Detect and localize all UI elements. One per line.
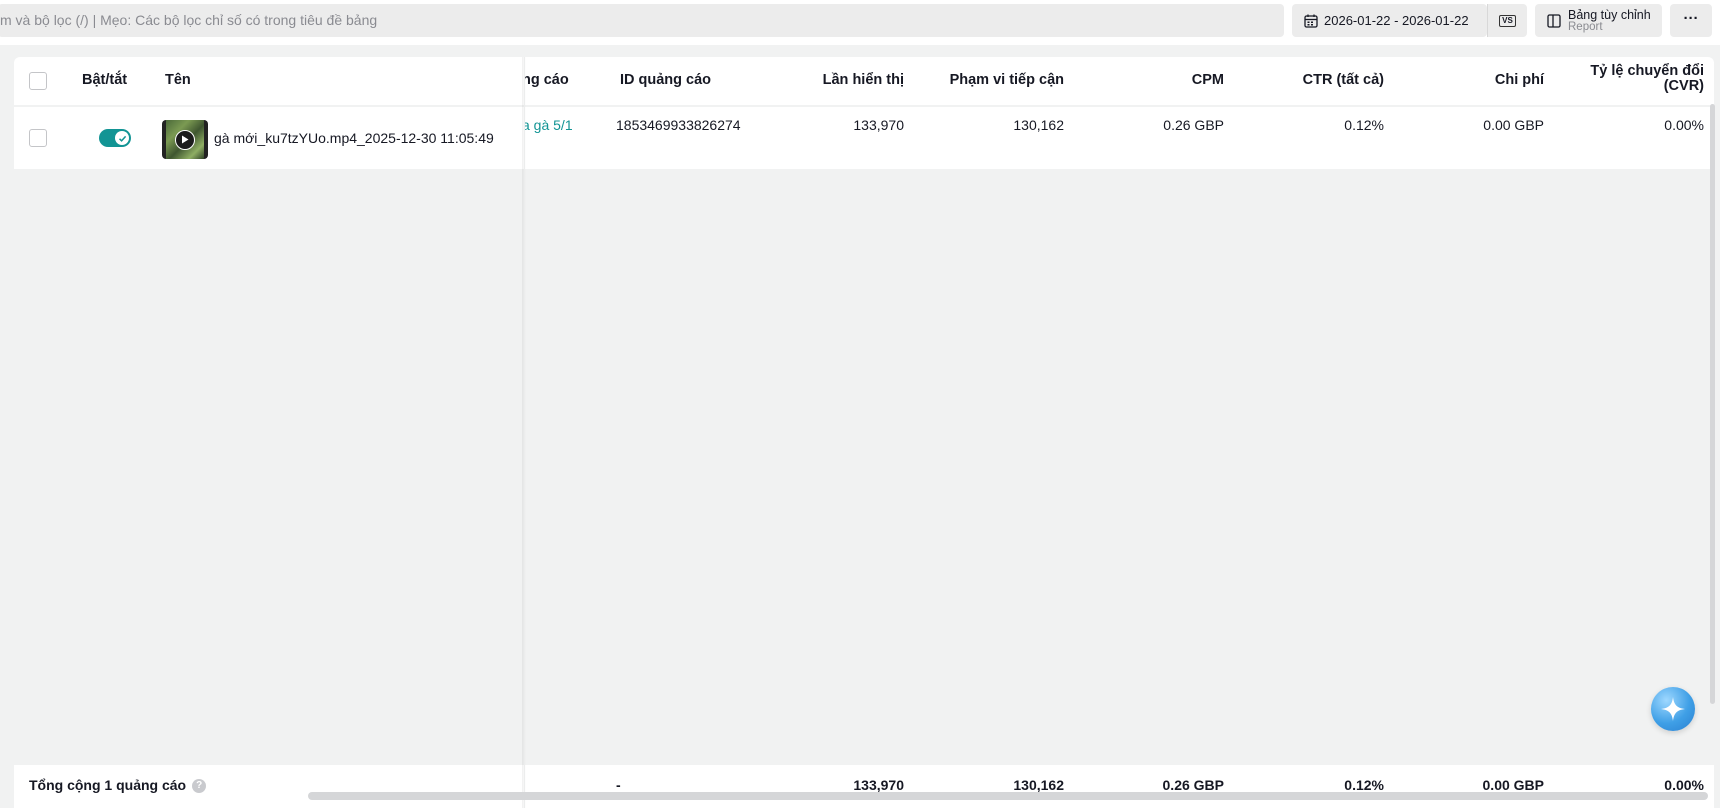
sparkle-icon [1661,697,1685,721]
header-reach[interactable]: Phạm vi tiếp cận [950,72,1064,88]
cost-cell: 0.00 GBP [1483,117,1544,133]
total-reach: 130,162 [1013,777,1064,793]
custom-table-sublabel: Report [1568,20,1603,33]
ad-status-toggle[interactable] [99,129,131,147]
total-ad-id: - [616,777,621,793]
help-icon[interactable]: ? [192,779,207,794]
header-cpm[interactable]: CPM [1192,72,1224,88]
header-toggle: Bật/tắt [82,72,128,88]
date-range-label: 2026-01-22 - 2026-01-22 [1324,13,1469,28]
custom-table-label: Bảng tùy chỉnh [1568,7,1651,22]
frozen-columns: Bật/tắt Tên gà mới_ku7tzYUo.mp4_2025-12-… [0,57,525,808]
header-impressions[interactable]: Lần hiển thị [823,72,904,88]
ad-group-link[interactable]: a gà 5/1 [522,117,573,133]
ai-assistant-button[interactable] [1651,687,1695,731]
total-cvr: 0.00% [1664,777,1704,793]
total-impressions: 133,970 [853,777,904,793]
header-cost[interactable]: Chi phí [1495,72,1544,88]
impressions-cell: 133,970 [853,117,904,133]
columns-icon [1547,13,1561,28]
total-cpm: 0.26 GBP [1162,777,1224,793]
header-name[interactable]: Tên [165,72,191,88]
ad-id-cell: 1853469933826274 [616,117,741,133]
ad-name[interactable]: gà mới_ku7tzYUo.mp4_2025-12-30 11:05:49 [214,130,494,146]
calendar-icon [1304,14,1318,28]
frozen-totals: Tổng cộng 1 quảng cáo? [14,765,524,808]
select-all-checkbox[interactable] [29,72,47,90]
vertical-scrollbar[interactable] [1710,104,1715,704]
reach-cell: 130,162 [1013,117,1064,133]
ctr-cell: 0.12% [1344,117,1384,133]
custom-table-button[interactable]: Bảng tùy chỉnh Report [1535,4,1662,37]
header-ctr[interactable]: CTR (tất cả) [1303,72,1384,88]
frozen-row: gà mới_ku7tzYUo.mp4_2025-12-30 11:05:49 [14,107,524,169]
header-ad-group[interactable]: ng cáo [522,72,569,88]
header-cvr-line1: Tỷ lệ chuyển đổi [1590,63,1704,79]
cpm-cell: 0.26 GBP [1163,117,1224,133]
search-input[interactable]: m và bộ lọc (/) | Mẹo: Các bộ lọc chỉ số… [0,4,1284,37]
check-icon [115,131,129,145]
total-cost: 0.00 GBP [1482,777,1544,793]
more-options-button[interactable]: ··· [1670,4,1712,37]
header-cvr[interactable]: Tỷ lệ chuyển đổi (CVR) [1590,64,1704,94]
play-icon [175,129,195,150]
cvr-cell: 0.00% [1664,117,1704,133]
row-checkbox[interactable] [29,129,47,147]
totals-label: Tổng cộng 1 quảng cáo? [29,777,207,794]
toolbar: m và bộ lọc (/) | Mẹo: Các bộ lọc chỉ số… [0,0,1720,45]
horizontal-scrollbar[interactable] [308,792,1708,800]
compare-button[interactable]: VS [1487,4,1527,37]
frozen-header: Bật/tắt Tên [14,57,524,105]
frozen-divider [522,57,526,808]
total-ctr: 0.12% [1344,777,1384,793]
header-ad-id[interactable]: ID quảng cáo [620,72,711,88]
header-cvr-line2: (CVR) [1663,78,1704,94]
totals-label-text: Tổng cộng 1 quảng cáo [29,777,187,793]
video-thumbnail[interactable] [162,120,208,159]
date-range-picker[interactable]: 2026-01-22 - 2026-01-22 [1292,4,1487,37]
compare-icon: VS [1499,14,1516,27]
